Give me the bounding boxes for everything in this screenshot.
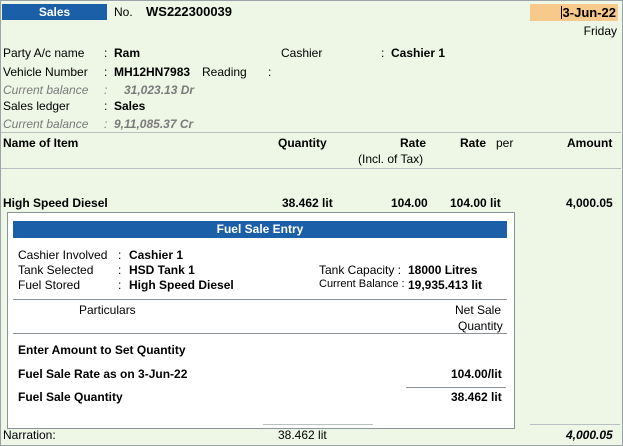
fuel-stored-value: High Speed Diesel [129,278,234,292]
cashier-label: Cashier [281,46,323,60]
colon: : [104,46,108,60]
row-rate-per[interactable]: 104.00 lit [450,196,501,210]
reading-label: Reading [202,65,247,79]
fuel-sale-rate-label: Fuel Sale Rate as on 3-Jun-22 [18,367,188,381]
fuel-sale-quantity-label: Fuel Sale Quantity [18,390,123,404]
text-cursor [560,6,562,19]
narration-label: Narration: [3,428,56,442]
voucher-day: Friday [583,24,617,38]
tank-capacity-value: 18000 Litres [408,263,478,277]
divider [406,387,506,388]
fuel-sale-rate-value: 104.00/lit [451,367,502,381]
col-particulars-header: Particulars [79,303,136,317]
voucher-type-badge[interactable]: Sales [2,4,107,20]
voucher-number[interactable]: WS222300039 [146,4,232,19]
party-label: Party A/c name [3,46,85,60]
colon: : [268,65,272,79]
row-amount[interactable]: 4,000.05 [566,196,613,210]
cashier-involved-label: Cashier Involved [18,248,108,262]
row-quantity[interactable]: 38.462 lit [282,196,333,210]
sales-ledger-label: Sales ledger [3,99,70,113]
divider [13,299,507,300]
col-net-sale-header: Net Sale [455,303,502,317]
fuel-sale-quantity-value[interactable]: 38.462 lit [451,390,502,404]
row-item-name[interactable]: High Speed Diesel [3,196,108,210]
col-per-header: per [496,136,514,150]
divider [13,333,507,334]
colon: : [118,263,122,277]
colon: : [104,83,108,97]
current-balance-label: Current Balance : [319,278,405,290]
current-balance-value: 19,935.413 lit [408,278,483,292]
fuel-sale-entry-dialog: Fuel Sale Entry Cashier Involved : Cashi… [7,212,515,429]
party-balance: 31,023.13 Dr [124,83,195,97]
col-net-sale-subheader: Quantity [458,319,503,333]
cashier-value[interactable]: Cashier 1 [391,46,445,60]
divider [1,132,621,133]
colon: : [104,99,108,113]
fuel-stored-label: Fuel Stored [18,278,81,292]
tank-capacity-label: Tank Capacity : [319,263,402,277]
sales-ledger-value[interactable]: Sales [114,99,145,113]
sales-balance-label: Current balance [3,117,89,131]
colon: : [104,117,108,131]
colon: : [104,65,108,79]
tank-selected-label: Tank Selected [18,263,94,277]
tank-selected-value[interactable]: HSD Tank 1 [129,263,195,277]
col-quantity-header: Quantity [278,136,327,150]
voucher-date: 3-Jun-22 [562,5,616,20]
row-rate[interactable]: 104.00 [391,196,428,210]
col-rate-subheader: (Incl. of Tax) [358,152,424,166]
vehicle-value[interactable]: MH12HN7983 [114,65,190,79]
colon: : [118,278,122,292]
voucher-no-label: No. [114,5,133,19]
sales-balance: 9,11,085.37 Cr [114,117,194,131]
col-rate-header: Rate [400,136,427,150]
colon: : [118,248,122,262]
col-rate2-header: Rate [460,136,487,150]
vehicle-label: Vehicle Number [3,65,88,79]
party-balance-label: Current balance [3,83,89,97]
colon: : [381,46,385,60]
col-item-header: Name of Item [3,136,79,150]
enter-amount-label[interactable]: Enter Amount to Set Quantity [18,343,186,357]
dialog-title: Fuel Sale Entry [13,221,507,238]
cashier-involved-value[interactable]: Cashier 1 [129,248,183,262]
voucher-date-field[interactable]: 3-Jun-22 [530,4,618,21]
col-amount-header: Amount [567,136,613,150]
total-amount: 4,000.05 [566,428,613,442]
divider [263,424,373,425]
party-value[interactable]: Ram [114,46,140,60]
total-quantity: 38.462 lit [278,428,327,442]
divider [1,168,621,169]
divider [530,424,620,425]
